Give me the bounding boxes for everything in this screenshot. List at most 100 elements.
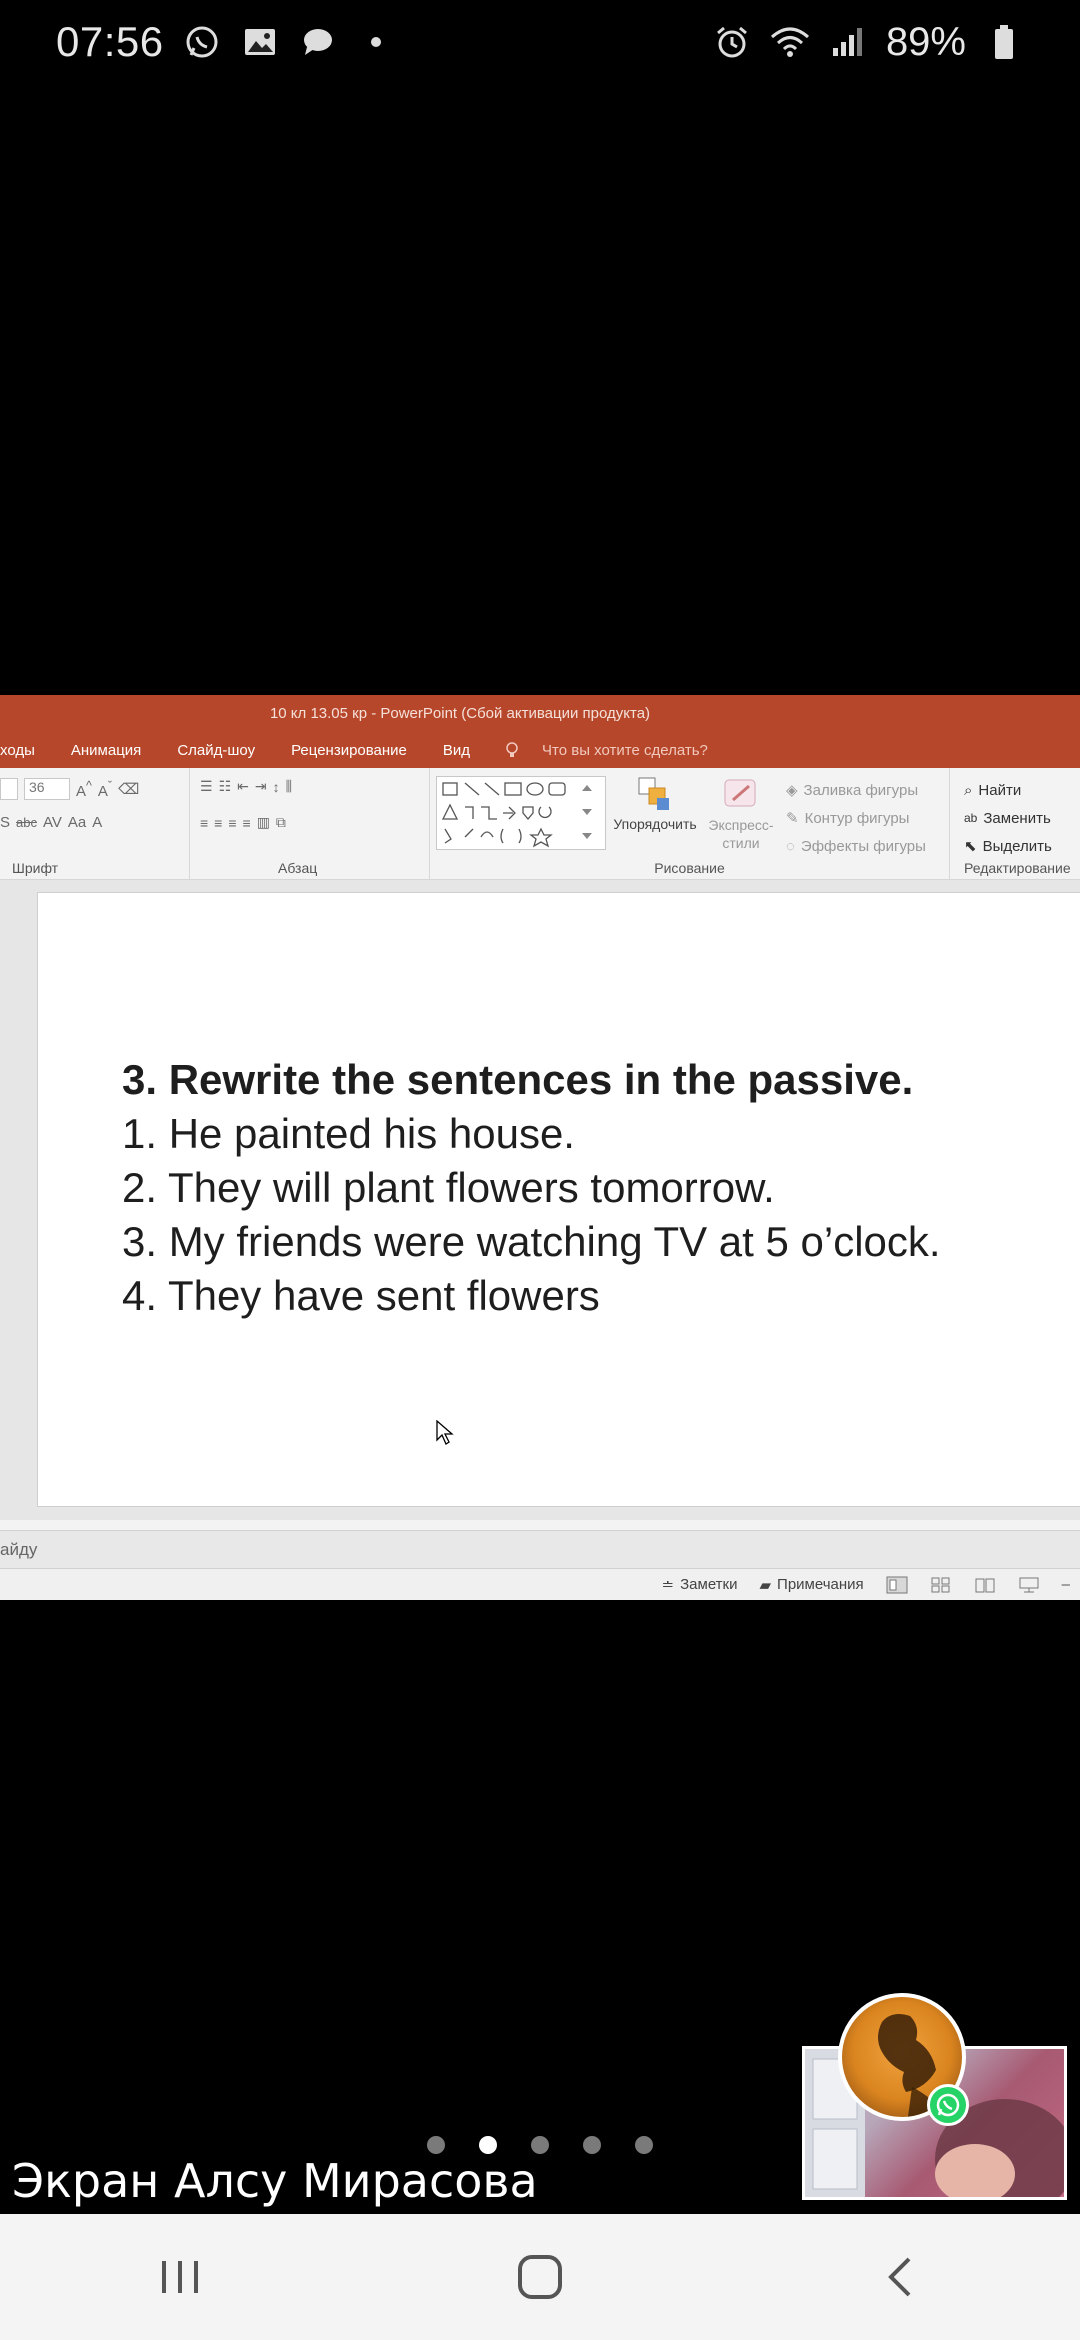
ppt-status-bar: ≐ Заметки ▰ Примечания – [0,1568,1080,1600]
slide-editor-area[interactable]: 3. Rewrite the sentences in the passive.… [0,880,1080,1520]
font-size-box[interactable]: 36 [24,778,70,800]
font-group: 36 A^ Aˇ ⌫ S abc AV Aa A Шрифт [0,768,190,880]
strikethrough-icon[interactable]: abc [16,815,37,830]
align-right-icon[interactable]: ≡ [228,815,236,831]
navigation-bar [0,2214,1080,2340]
convert-smartart-icon[interactable]: ⧉ [276,814,286,831]
find-button[interactable]: ⌕ Найти [964,776,1052,804]
comments-label: Примечания [777,1576,864,1593]
notes-button[interactable]: ≐ Заметки [662,1576,738,1594]
font-name-box[interactable] [0,778,18,800]
reading-view-icon[interactable] [974,1576,996,1594]
status-bar: 07:56 89% [0,0,1080,84]
slide-text-box[interactable]: 3. Rewrite the sentences in the passive.… [122,1053,941,1323]
ribbon: 36 A^ Aˇ ⌫ S abc AV Aa A Шрифт ☰ ☷ ⇤ ⇥ ↕ [0,768,1080,880]
quick-styles-button[interactable]: Экспресс-стили [702,776,780,852]
quick-styles-label: Экспресс-стили [708,817,774,851]
increase-indent-icon[interactable]: ⇥ [255,778,267,795]
columns-icon[interactable]: ▥ [257,814,270,831]
lightbulb-icon [506,742,518,757]
back-icon [888,2257,911,2297]
slide-line-2: 2. They will plant flowers tomorrow. [122,1164,775,1211]
chat-bubble-icon [298,22,338,62]
whatsapp-badge-icon [927,2084,969,2126]
replace-label: Заменить [983,809,1051,827]
tab-review[interactable]: Рецензирование [273,742,425,759]
tab-transitions[interactable]: ходы [0,742,53,759]
back-button[interactable] [855,2232,945,2322]
signal-icon [828,22,868,62]
tell-me-text: Что вы хотите сделать? [542,741,708,759]
notes-label: Заметки [680,1576,738,1593]
quick-styles-icon [724,779,756,807]
arrange-label: Упорядочить [613,816,697,832]
normal-view-icon[interactable] [886,1576,908,1594]
decrease-indent-icon[interactable]: ⇤ [237,778,249,795]
battery-percent: 89% [885,19,966,64]
shared-screen[interactable]: 10 кл 13.05 кр - PowerPoint (Сбой актива… [0,695,1080,1600]
align-center-icon[interactable]: ≡ [214,815,222,831]
char-spacing-icon[interactable]: AV [43,814,62,831]
slide-heading: 3. Rewrite the sentences in the passive. [122,1056,914,1103]
battery-icon [984,22,1024,62]
paragraph-group: ☰ ☷ ⇤ ⇥ ↕ ⫼ ≡ ≡ ≡ ≡ ▥ ⧉ Абзац [190,768,430,880]
tab-slideshow[interactable]: Слайд-шоу [159,742,273,759]
line-spacing-icon[interactable]: ↕ [273,779,280,795]
window-title: 10 кл 13.05 кр - PowerPoint (Сбой актива… [0,695,1080,732]
search-icon: ⌕ [964,781,973,799]
shapes-gallery[interactable] [436,776,606,850]
justify-icon[interactable]: ≡ [243,815,251,831]
zoom-minus-icon[interactable]: – [1062,1576,1070,1593]
shape-fill-button[interactable]: ◈ Заливка фигуры [786,776,926,804]
alarm-icon [712,22,752,62]
tab-view[interactable]: Вид [425,742,488,759]
notes-hint-text: айду [0,1539,38,1559]
shadow-icon[interactable]: S [0,814,10,831]
shrink-font-icon[interactable]: Aˇ [98,779,112,800]
change-case-icon[interactable]: Aa [68,814,86,831]
slide[interactable]: 3. Rewrite the sentences in the passive.… [37,892,1080,1507]
home-button[interactable] [495,2232,585,2322]
arrange-button[interactable]: Упорядочить [612,776,698,832]
shape-fill-label: Заливка фигуры [803,781,919,799]
shape-effects-button[interactable]: ◌ Эффекты фигуры [786,832,926,860]
comment-icon: ▰ [759,1576,772,1594]
text-direction-icon[interactable]: ⫼ [286,778,292,795]
page-dot-4[interactable] [583,2136,601,2154]
notes-icon: ≐ [661,1576,675,1594]
effects-icon: ◌ [786,837,795,855]
tab-animation[interactable]: Анимация [53,742,159,759]
page-dot-1[interactable] [427,2136,445,2154]
clock: 07:56 [56,18,164,65]
align-left-icon[interactable]: ≡ [200,815,208,831]
select-button[interactable]: ⬉ Выделить [964,832,1052,860]
group-label-drawing: Рисование [654,860,725,876]
slide-sorter-icon[interactable] [930,1576,952,1594]
page-dot-3[interactable] [531,2136,549,2154]
home-icon [518,2255,562,2299]
tell-me-search[interactable]: Что вы хотите сделать? [488,742,744,759]
clear-format-icon[interactable]: ⌫ [118,780,139,798]
slideshow-icon[interactable] [1018,1576,1040,1594]
screen-owner-label: Экран Алсу Мирасова [12,2154,538,2208]
grow-font-icon[interactable]: A^ [76,779,92,800]
bullets-icon[interactable]: ☰ [200,778,213,795]
numbering-icon[interactable]: ☷ [219,778,232,795]
image-icon [240,22,280,62]
font-color-icon[interactable]: A [92,814,102,831]
notes-pane[interactable]: айду [0,1530,1080,1568]
pointer-icon: ⬉ [964,838,977,855]
shape-outline-button[interactable]: ✎ Контур фигуры [786,804,926,832]
page-dot-5[interactable] [635,2136,653,2154]
arrange-icon [638,777,669,810]
replace-icon: ab [964,811,978,825]
shape-effects-label: Эффекты фигуры [800,837,926,855]
find-label: Найти [978,781,1022,799]
editing-group: ⌕ Найти ab Заменить ⬉ Выделить Редактирован… [950,768,1080,880]
replace-button[interactable]: ab Заменить [964,804,1052,832]
comments-button[interactable]: ▰ Примечания [760,1576,864,1594]
recent-apps-button[interactable] [135,2232,225,2322]
paint-bucket-icon: ◈ [786,782,798,799]
shapes-gallery-icon [441,782,592,848]
page-dot-2[interactable] [479,2136,497,2154]
